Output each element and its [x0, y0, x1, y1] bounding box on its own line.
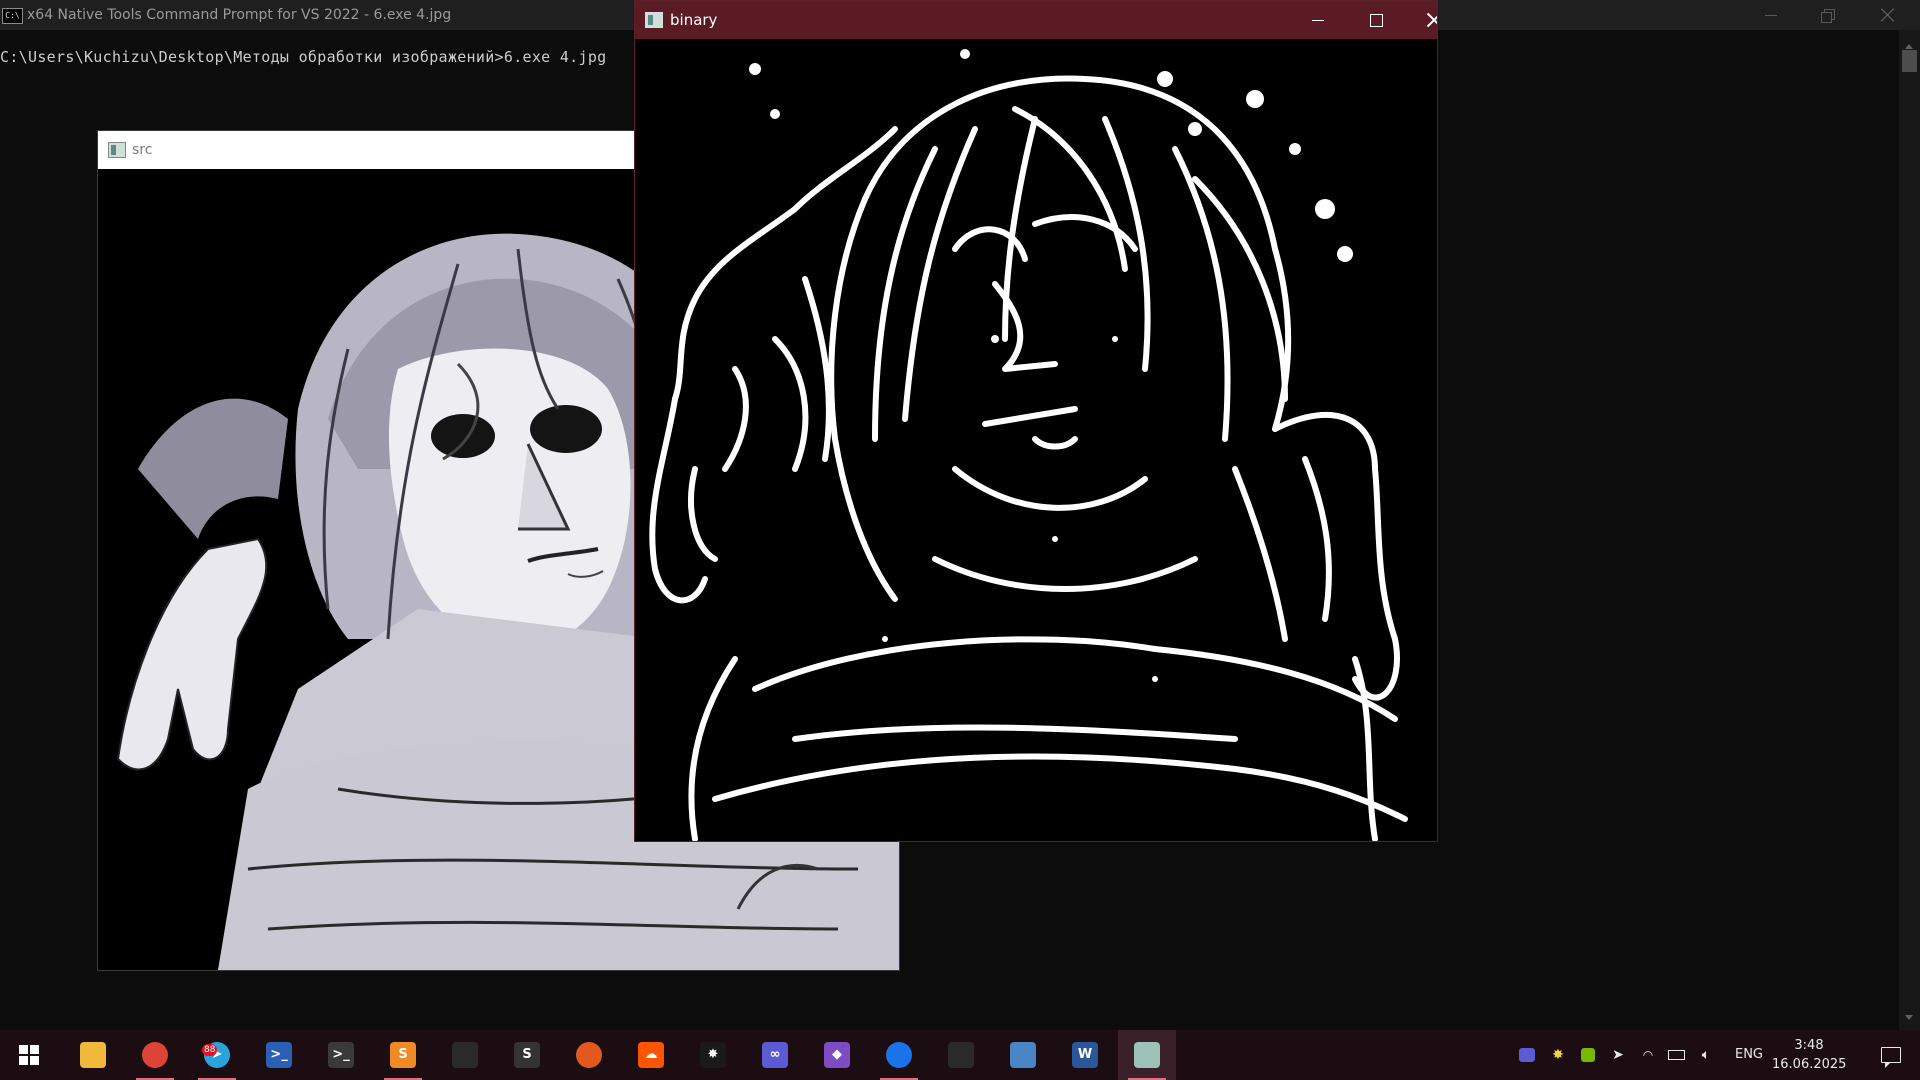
sublime-icon: S — [390, 1042, 416, 1068]
tray-spark-icon[interactable]: ✸ — [1548, 1045, 1568, 1065]
clock-time: 3:48 — [1794, 1038, 1824, 1053]
binary-maximize-button[interactable] — [1347, 1, 1405, 39]
tray-gpu-icon[interactable] — [1578, 1045, 1598, 1065]
notification-icon — [1881, 1047, 1901, 1068]
taskbar: ➤ 88 >_ >_ S S ☁ ✸ ∞ ◆ W ✸ ➤ ◠ 🔈︎ ENG 3:48 16.06.2… — [0, 1030, 1920, 1080]
console-minimize-button[interactable] — [1743, 0, 1799, 30]
taskbar-glyph: >_ — [270, 1047, 288, 1062]
scroll-up-icon[interactable] — [1905, 44, 1913, 49]
taskbar-glyph: S — [522, 1047, 532, 1062]
close-icon — [1427, 13, 1437, 27]
chrome-icon — [142, 1042, 168, 1068]
chrome-profile-icon — [886, 1042, 912, 1068]
console-scrollbar[interactable] — [1899, 30, 1920, 1030]
taskbar-glyph: ✸ — [707, 1047, 719, 1062]
binary-image — [635, 39, 1437, 841]
battery-icon[interactable] — [1666, 1045, 1686, 1065]
taskbar-glyph: ◆ — [832, 1047, 842, 1062]
windows-logo-icon — [19, 1045, 39, 1065]
minimize-icon — [1312, 19, 1324, 21]
s-app-icon: S — [514, 1042, 540, 1068]
taskbar-glyph: S — [398, 1047, 408, 1062]
close-icon — [1881, 8, 1895, 22]
terminal-icon: >_ — [328, 1042, 354, 1068]
taskbar-glyph: ☁ — [644, 1047, 658, 1062]
clock-date: 16.06.2025 — [1772, 1057, 1847, 1072]
start-button[interactable] — [0, 1030, 58, 1080]
taskbar-app-s[interactable]: S — [498, 1030, 556, 1080]
taskbar-star-app[interactable]: ✸ — [684, 1030, 742, 1080]
unread-badge: 88 — [202, 1044, 218, 1056]
taskbar-powershell[interactable]: >_ — [250, 1030, 308, 1080]
console-icon — [948, 1042, 974, 1068]
binary-window-title: binary — [670, 11, 718, 29]
taskbar-word[interactable]: W — [1056, 1030, 1114, 1080]
clock[interactable]: 3:48 16.06.2025 — [1772, 1036, 1846, 1074]
word-icon: W — [1072, 1042, 1098, 1068]
soundcloud-icon: ☁ — [638, 1042, 664, 1068]
binary-window[interactable]: binary — [634, 0, 1438, 842]
taskbar-soundcloud[interactable]: ☁ — [622, 1030, 680, 1080]
folder-icon — [80, 1042, 106, 1068]
console-icon — [452, 1042, 478, 1068]
binary-close-button[interactable] — [1405, 1, 1437, 39]
taskbar-file-explorer[interactable] — [64, 1030, 122, 1080]
taskbar-firefox[interactable] — [560, 1030, 618, 1080]
notifications-button[interactable] — [1862, 1030, 1920, 1080]
taskbar-console-window-2[interactable] — [932, 1030, 990, 1080]
scroll-thumb[interactable] — [1902, 50, 1917, 72]
taskbar-glyph: ∞ — [769, 1047, 781, 1062]
console-title: x64 Native Tools Command Prompt for VS 2… — [27, 7, 452, 23]
volume-icon[interactable]: 🔈︎ — [1696, 1045, 1716, 1065]
restore-icon — [1821, 9, 1835, 23]
wifi-icon[interactable]: ◠ — [1638, 1045, 1658, 1065]
binary-minimize-button[interactable] — [1289, 1, 1347, 39]
visual-studio-icon: ◆ — [824, 1042, 850, 1068]
taskbar-sublime-text[interactable]: S — [374, 1030, 432, 1080]
src-window-title: src — [132, 142, 153, 158]
opencv-window-icon — [1134, 1042, 1160, 1068]
tray-telegram-icon[interactable]: ➤ — [1608, 1045, 1628, 1065]
console-command-line: C:\Users\Kuchizu\Desktop\Методы обработк… — [0, 48, 607, 66]
minimize-icon — [1765, 14, 1777, 16]
spark-icon: ✸ — [700, 1042, 726, 1068]
opencv-window-icon — [645, 12, 663, 28]
opencv-window-icon — [108, 142, 126, 158]
taskbar-terminal[interactable]: >_ — [312, 1030, 370, 1080]
taskbar-telegram[interactable]: ➤ 88 — [188, 1030, 246, 1080]
powershell-icon: >_ — [266, 1042, 292, 1068]
taskbar-chrome-profile[interactable] — [870, 1030, 928, 1080]
maximize-icon — [1369, 13, 1383, 27]
console-restore-button[interactable] — [1799, 0, 1855, 30]
firefox-icon — [576, 1042, 602, 1068]
tray-link-icon[interactable] — [1517, 1045, 1537, 1065]
console-app-icon: C:\ — [2, 8, 23, 24]
photos-icon — [1010, 1042, 1036, 1068]
scroll-down-icon[interactable] — [1905, 1015, 1913, 1020]
taskbar-glyph: >_ — [332, 1047, 350, 1062]
taskbar-opencv-window[interactable] — [1118, 1030, 1176, 1080]
taskbar-link-app[interactable]: ∞ — [746, 1030, 804, 1080]
link-icon: ∞ — [762, 1042, 788, 1068]
language-indicator[interactable]: ENG — [1731, 1030, 1767, 1080]
taskbar-glyph: W — [1077, 1047, 1093, 1062]
console-close-button[interactable] — [1860, 0, 1916, 30]
taskbar-chrome[interactable] — [126, 1030, 184, 1080]
taskbar-console-window[interactable] — [436, 1030, 494, 1080]
taskbar-visual-studio[interactable]: ◆ — [808, 1030, 866, 1080]
binary-titlebar[interactable]: binary — [635, 1, 1437, 39]
taskbar-photos[interactable] — [994, 1030, 1052, 1080]
